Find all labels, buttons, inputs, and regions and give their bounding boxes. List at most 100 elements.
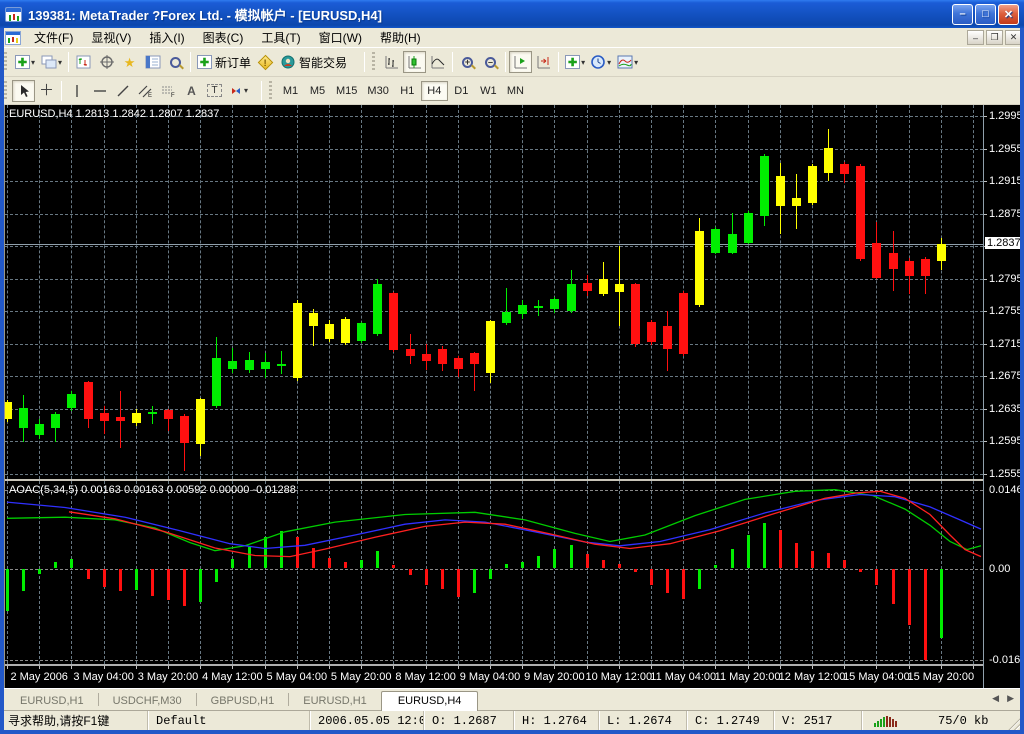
auto-scroll-button[interactable] <box>509 51 532 73</box>
new-chart-button[interactable]: ✚▾ <box>12 51 38 73</box>
menu-item-窗口(W)[interactable]: 窗口(W) <box>310 27 371 48</box>
horizontal-line-button[interactable] <box>88 80 111 102</box>
time-tick <box>393 666 394 669</box>
candle-body <box>840 164 849 174</box>
chart-area[interactable]: EURUSD,H4 1.2813 1.2842 1.2807 1.2837 AO… <box>4 105 1020 688</box>
periods-button[interactable]: ▾ <box>588 51 614 73</box>
candle-body <box>454 358 463 369</box>
metatrader-window: 139381: MetaTrader ?Forex Ltd. - 模拟帐户 - … <box>0 0 1024 734</box>
text-label-button[interactable]: T <box>203 80 226 102</box>
price-tick <box>984 311 987 312</box>
bar-chart-button[interactable] <box>380 51 403 73</box>
time-tick <box>522 666 523 669</box>
menu-item-显视(V)[interactable]: 显视(V) <box>82 27 140 48</box>
expert-advisor-icon <box>280 55 296 69</box>
fibonacci-button[interactable]: F <box>157 80 180 102</box>
vertical-line-icon <box>71 84 83 98</box>
data-window-button[interactable] <box>95 51 118 73</box>
mdi-restore-button[interactable]: ❐ <box>986 30 1003 45</box>
price-axis[interactable]: 1.29951.29551.29151.28751.27951.27551.27… <box>983 105 1020 688</box>
price-axis-label: 1.2595 <box>989 435 1020 447</box>
candlestick-chart-button[interactable] <box>403 51 426 73</box>
timeframe-H4[interactable]: H4 <box>421 81 448 101</box>
market-watch-button[interactable] <box>72 51 95 73</box>
price-tick <box>984 474 987 475</box>
text-button[interactable]: A <box>180 80 203 102</box>
price-tick <box>984 149 987 150</box>
new-order-button[interactable]: ✚新订单 <box>194 51 254 73</box>
timeframe-H1[interactable]: H1 <box>394 81 421 101</box>
profiles-icon <box>41 55 57 69</box>
crosshair-button[interactable]: ＋ <box>35 80 58 102</box>
cursor-button[interactable] <box>12 80 35 102</box>
indicators-button[interactable]: ✚▾ <box>562 51 588 73</box>
chart-tab-EURUSD,H1[interactable]: EURUSD,H1 <box>289 692 381 710</box>
vgrid-line <box>7 105 8 479</box>
zoom-out-button[interactable]: – <box>479 51 502 73</box>
price-pane[interactable]: EURUSD,H4 1.2813 1.2842 1.2807 1.2837 <box>5 105 983 479</box>
chart-tab-EURUSD,H1[interactable]: EURUSD,H1 <box>6 692 98 710</box>
mdi-minimize-button[interactable]: – <box>967 30 984 45</box>
trendline-button[interactable] <box>111 80 134 102</box>
navigator-button[interactable]: ★ <box>118 51 141 73</box>
menu-item-图表(C)[interactable]: 图表(C) <box>194 27 253 48</box>
menu-item-文件(F)[interactable]: 文件(F) <box>25 27 82 48</box>
strategy-tester-button[interactable] <box>164 51 187 73</box>
arrows-button[interactable]: ▾ <box>226 80 251 102</box>
chart-shift-button[interactable] <box>532 51 555 73</box>
menu-item-帮助(H)[interactable]: 帮助(H) <box>371 27 430 48</box>
chart-tab-EURUSD,H4[interactable]: EURUSD,H4 <box>381 691 479 711</box>
toolbar-grip[interactable] <box>268 81 273 101</box>
timeframe-M15[interactable]: M15 <box>331 81 362 101</box>
vgrid-line <box>329 105 330 479</box>
metaeditor-button[interactable]: ! <box>254 51 277 73</box>
market-watch-icon <box>76 55 92 69</box>
timeframe-D1[interactable]: D1 <box>448 81 475 101</box>
status-profile[interactable]: Default <box>148 711 310 730</box>
time-axis[interactable]: 2 May 20063 May 04:003 May 20:004 May 12… <box>5 665 983 688</box>
close-button[interactable]: ✕ <box>998 4 1019 25</box>
timeframe-M1[interactable]: M1 <box>277 81 304 101</box>
candle-body <box>583 283 592 290</box>
timeframe-MN[interactable]: MN <box>502 81 529 101</box>
candle-body <box>422 354 431 361</box>
chart-tab-USDCHF,M30[interactable]: USDCHF,M30 <box>99 692 196 710</box>
window-border <box>1020 28 1024 734</box>
chart-window-icon[interactable] <box>5 31 21 45</box>
candle-body <box>599 279 608 294</box>
time-axis-label: 11 May 04:00 <box>650 671 716 683</box>
terminal-icon <box>145 55 161 69</box>
timeframe-M30[interactable]: M30 <box>362 81 393 101</box>
candle-body <box>228 361 237 369</box>
equidistant-channel-button[interactable]: E <box>134 80 157 102</box>
candle-body <box>212 358 221 406</box>
chevron-down-icon: ▾ <box>31 58 35 67</box>
zoom-in-button[interactable]: + <box>456 51 479 73</box>
status-connection: 75/0 kb <box>862 711 1024 730</box>
vertical-line-button[interactable] <box>65 80 88 102</box>
profiles-button[interactable]: ▾ <box>38 51 65 73</box>
timeframe-W1[interactable]: W1 <box>475 81 502 101</box>
candle-body <box>534 306 543 308</box>
expert-advisors-button[interactable]: 智能交易 <box>277 51 350 73</box>
candle-body <box>792 198 801 206</box>
price-axis-label: 1.2915 <box>989 175 1020 187</box>
line-chart-button[interactable] <box>426 51 449 73</box>
time-tick <box>683 666 684 669</box>
indicator-pane[interactable]: AOAC(5,34,5) 0.00163 0.00163 0.00592 0.0… <box>5 481 983 664</box>
toolbar-grip[interactable] <box>371 52 376 72</box>
minimize-button[interactable]: – <box>952 4 973 25</box>
time-tick <box>329 666 330 669</box>
chart-tab-GBPUSD,H1[interactable]: GBPUSD,H1 <box>197 692 289 710</box>
menu-item-插入(I)[interactable]: 插入(I) <box>140 27 193 48</box>
time-tick <box>7 666 8 669</box>
vgrid-line <box>780 105 781 479</box>
timeframe-M5[interactable]: M5 <box>304 81 331 101</box>
terminal-button[interactable] <box>141 51 164 73</box>
maximize-button[interactable]: □ <box>975 4 996 25</box>
tab-scroll-right-icon[interactable]: ▶ <box>1007 693 1014 704</box>
tab-scroll-left-icon[interactable]: ◀ <box>992 693 999 704</box>
trendline-icon <box>116 84 130 98</box>
templates-button[interactable]: ▾ <box>614 51 641 73</box>
menu-item-工具(T)[interactable]: 工具(T) <box>252 27 309 48</box>
